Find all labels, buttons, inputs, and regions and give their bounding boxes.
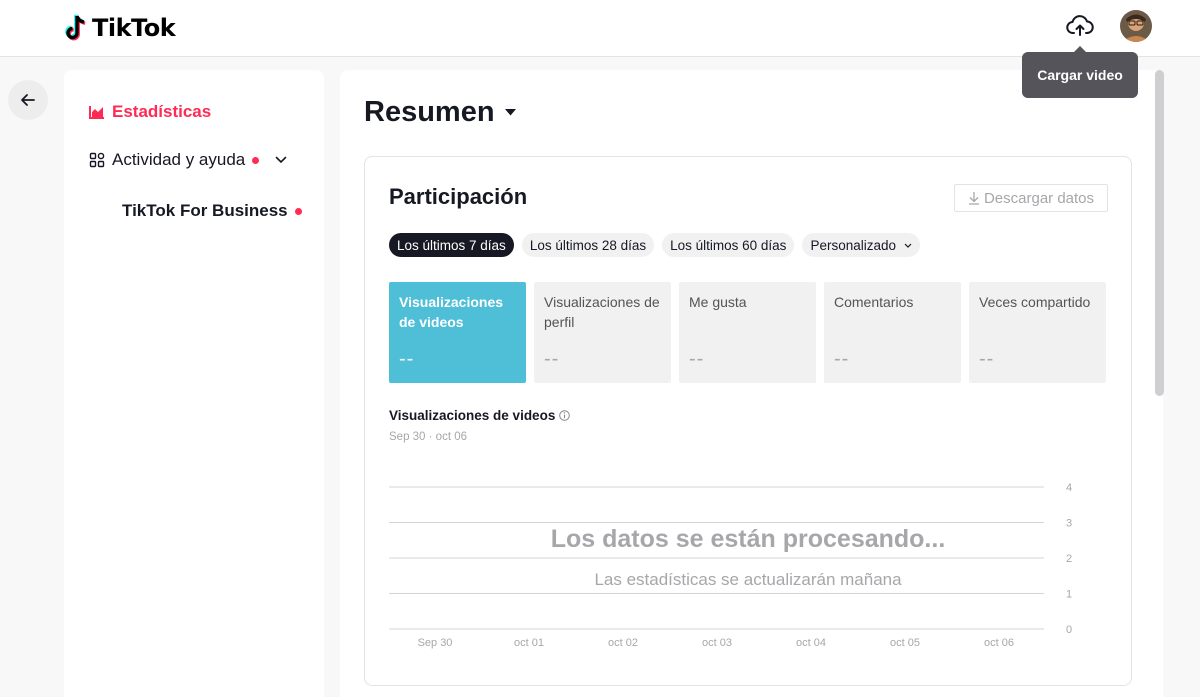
logo-text: TikTok: [92, 14, 176, 42]
download-icon: [968, 191, 980, 205]
tiktok-note-icon: [65, 14, 86, 41]
metric-label: Veces compartido: [979, 294, 1091, 310]
sidebar-item-label: Estadísticas: [112, 102, 212, 121]
filter-label: Personalizado: [810, 237, 896, 253]
arrow-left-icon: [21, 94, 35, 106]
metric-label: Comentarios: [834, 294, 914, 310]
info-icon[interactable]: [559, 410, 571, 421]
sidebar-item-statistics[interactable]: Estadísticas: [89, 102, 211, 122]
processing-title: Los datos se están procesando...: [550, 525, 946, 553]
date-filters: Los últimos 7 días Los últimos 28 días L…: [389, 233, 928, 257]
upload-button[interactable]: [1064, 10, 1096, 42]
chevron-down-icon: [904, 243, 912, 248]
y-tick-label: 1: [1066, 589, 1072, 601]
download-data-button[interactable]: Descargar datos: [954, 184, 1108, 212]
sidebar-item-label: TikTok For Business: [122, 201, 288, 220]
x-tick-label: oct 03: [702, 637, 732, 649]
cloud-upload-icon: [1066, 15, 1094, 36]
top-header: TikTok: [0, 0, 1200, 57]
views-chart: 4 3 2 1 0 Sep 30 oct 01 oct 02 oct 03 oct 04 oct 0…: [389, 475, 1079, 650]
y-tick-label: 2: [1066, 553, 1072, 565]
metric-video-views[interactable]: Visualizaciones de videos --: [389, 282, 526, 383]
metric-comments[interactable]: Comentarios --: [824, 282, 961, 383]
user-avatar[interactable]: [1120, 10, 1152, 42]
metric-likes[interactable]: Me gusta --: [679, 282, 816, 383]
chart-svg: 43210Sep 30 oct 01 oct 02 oct 03 oct 04 oct 0…: [389, 482, 1072, 649]
sidebar-item-activity-help[interactable]: Actividad y ayuda: [89, 150, 287, 170]
filter-28-days[interactable]: Los últimos 28 días: [521, 233, 655, 257]
x-tick-label: oct 05: [890, 637, 920, 649]
filter-60-days[interactable]: Los últimos 60 días: [662, 233, 795, 257]
y-tick-label: 4: [1066, 482, 1072, 494]
x-tick-label: Sep 30: [418, 637, 453, 649]
avatar-image: [1120, 10, 1152, 42]
metric-label: Me gusta: [689, 294, 747, 310]
back-button[interactable]: [8, 80, 48, 120]
sidebar-item-tiktok-for-business[interactable]: TikTok For Business: [122, 201, 302, 221]
chart-title: Visualizaciones de videos: [389, 408, 571, 423]
tiktok-logo[interactable]: TikTok: [64, 14, 176, 42]
x-tick-label: oct 01: [514, 637, 544, 649]
chart-date-range: Sep 30 · oct 06: [389, 431, 467, 443]
metric-value: --: [544, 348, 560, 370]
chart-icon: [89, 105, 105, 119]
x-tick-label: oct 04: [796, 637, 826, 649]
chevron-down-icon[interactable]: [275, 156, 287, 164]
sidebar: Estadísticas Actividad y ayuda TikTok Fo…: [64, 70, 324, 697]
engagement-card: Participación Descargar datos Los último…: [364, 156, 1132, 686]
chart-title-text: Visualizaciones de videos: [389, 408, 556, 423]
main-panel: Resumen Participación Descargar datos Lo…: [340, 70, 1163, 697]
metric-label: Visualizaciones de perfil: [544, 294, 660, 330]
metric-label: Visualizaciones de videos: [399, 294, 504, 330]
x-tick-label: oct 02: [608, 637, 638, 649]
metric-value: --: [979, 348, 995, 370]
filter-7-days[interactable]: Los últimos 7 días: [389, 233, 514, 257]
upload-tooltip: Cargar video: [1022, 46, 1138, 98]
metric-value: --: [399, 348, 415, 370]
download-label: Descargar datos: [983, 189, 1095, 207]
page-title: Resumen: [364, 96, 495, 128]
caret-down-icon: [504, 109, 516, 116]
grid-icon: [89, 152, 105, 168]
filter-custom[interactable]: Personalizado: [802, 233, 920, 257]
metric-profile-views[interactable]: Visualizaciones de perfil --: [534, 282, 671, 383]
metric-shares[interactable]: Veces compartido --: [969, 282, 1106, 383]
filter-label: Los últimos 7 días: [397, 237, 506, 253]
filter-label: Los últimos 60 días: [670, 237, 787, 253]
y-tick-label: 0: [1066, 624, 1072, 636]
notification-dot: [294, 207, 302, 215]
processing-subtitle: Las estadísticas se actualizarán mañana: [594, 570, 902, 589]
metric-value: --: [689, 348, 705, 370]
scrollbar[interactable]: [1155, 70, 1164, 396]
metric-tiles: Visualizaciones de videos -- Visualizaci…: [389, 282, 1106, 383]
metric-value: --: [834, 348, 850, 370]
x-tick-label: oct 06: [984, 637, 1014, 649]
notification-dot: [252, 156, 260, 164]
page-title-dropdown[interactable]: Resumen: [364, 96, 516, 129]
filter-label: Los últimos 28 días: [529, 237, 647, 253]
card-title: Participación: [389, 184, 528, 209]
sidebar-item-label: Actividad y ayuda: [112, 150, 246, 169]
